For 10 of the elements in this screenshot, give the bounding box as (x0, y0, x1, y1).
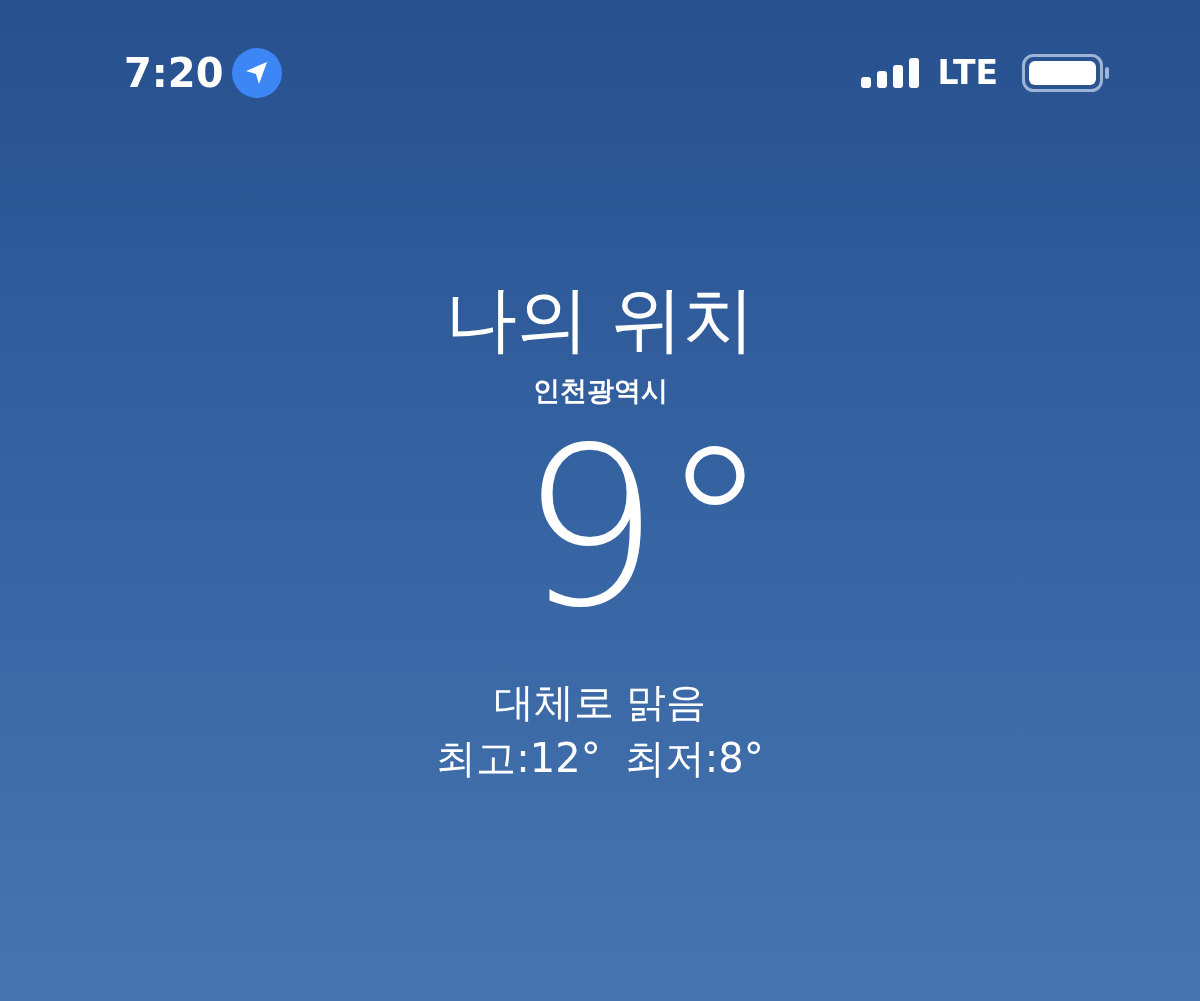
network-type: LTE (937, 56, 998, 89)
weather-condition: 대체로 맑음 (493, 677, 707, 726)
current-temperature: 9° (520, 417, 770, 638)
signal-icon (861, 57, 922, 88)
status-time: 7:20 (124, 52, 224, 93)
location-title: 나의 위치 (444, 280, 756, 360)
city-name: 인천광역시 (532, 374, 668, 409)
high-temperature: 최고:12° (436, 733, 601, 782)
low-temperature: 최저:8° (624, 733, 764, 782)
battery-icon (1022, 53, 1110, 92)
